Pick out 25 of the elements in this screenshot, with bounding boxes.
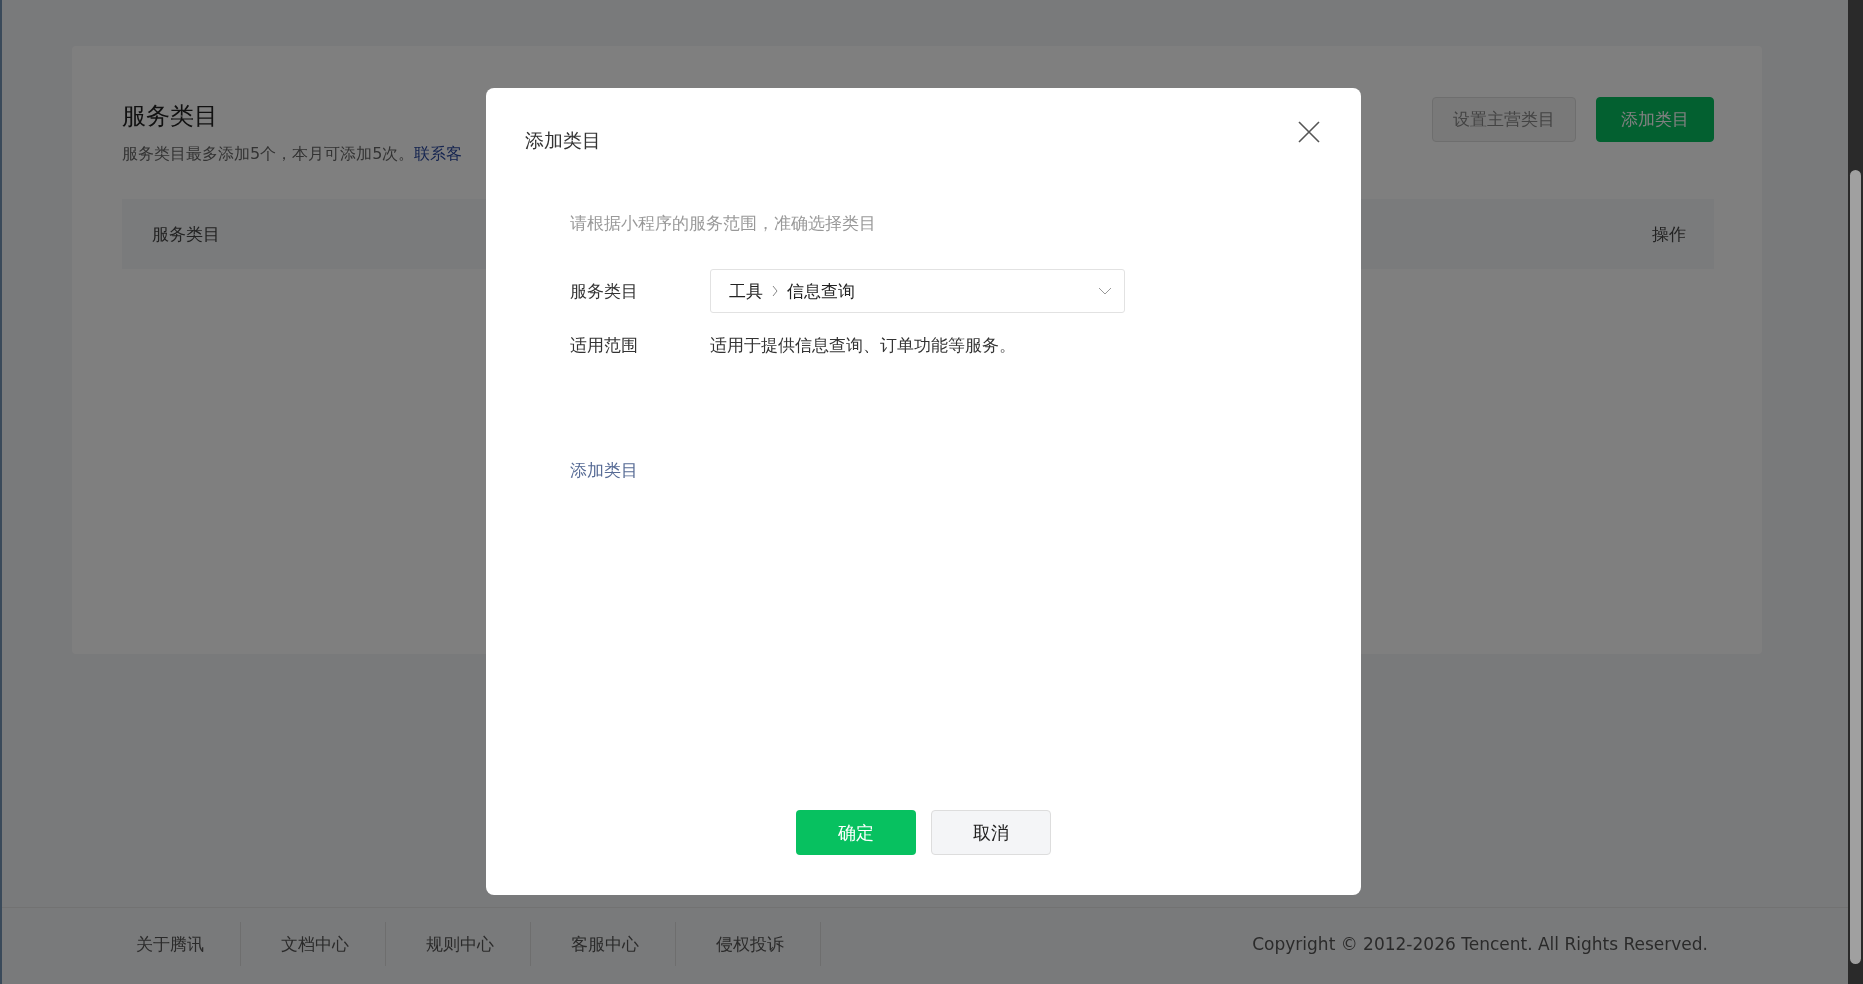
column-header: 服务类目 (152, 222, 220, 246)
column-header: 操作 (1652, 222, 1686, 246)
footer-link[interactable]: 规则中心 (412, 922, 531, 966)
contact-link[interactable]: 联系客 (414, 144, 463, 163)
category-select[interactable]: 工具 信息查询 (710, 269, 1125, 313)
scrollbar[interactable] (1848, 0, 1863, 984)
field-value: 适用于提供信息查询、订单功能等服务。 (710, 333, 1016, 357)
cancel-button[interactable]: 取消 (931, 810, 1051, 855)
caret-icon (1098, 287, 1112, 295)
add-category-link[interactable]: 添加类目 (570, 459, 638, 482)
hint-text: 请根据小程序的服务范围，准确选择类目 (570, 212, 877, 235)
footer-link[interactable]: 文档中心 (267, 922, 386, 966)
page-title: 服务类目 (122, 101, 219, 132)
footer-link[interactable]: 客服中心 (557, 922, 676, 966)
footer-link[interactable]: 关于腾讯 (122, 922, 241, 966)
close-icon[interactable] (1297, 120, 1321, 144)
field-label: 服务类目 (570, 279, 639, 303)
copyright: Copyright © 2012-2026 Tencent. All Rights Reserved. (1252, 934, 1708, 954)
dialog-title: 添加类目 (525, 128, 601, 153)
add-category-button[interactable]: 添加类目 (1596, 97, 1714, 142)
field-label: 适用范围 (570, 333, 639, 357)
confirm-button[interactable]: 确定 (796, 810, 916, 855)
description: 服务类目最多添加5个，本月可添加5次。 (122, 144, 415, 163)
footer-link[interactable]: 侵权投诉 (702, 922, 821, 966)
chevron-right-icon (771, 285, 779, 297)
